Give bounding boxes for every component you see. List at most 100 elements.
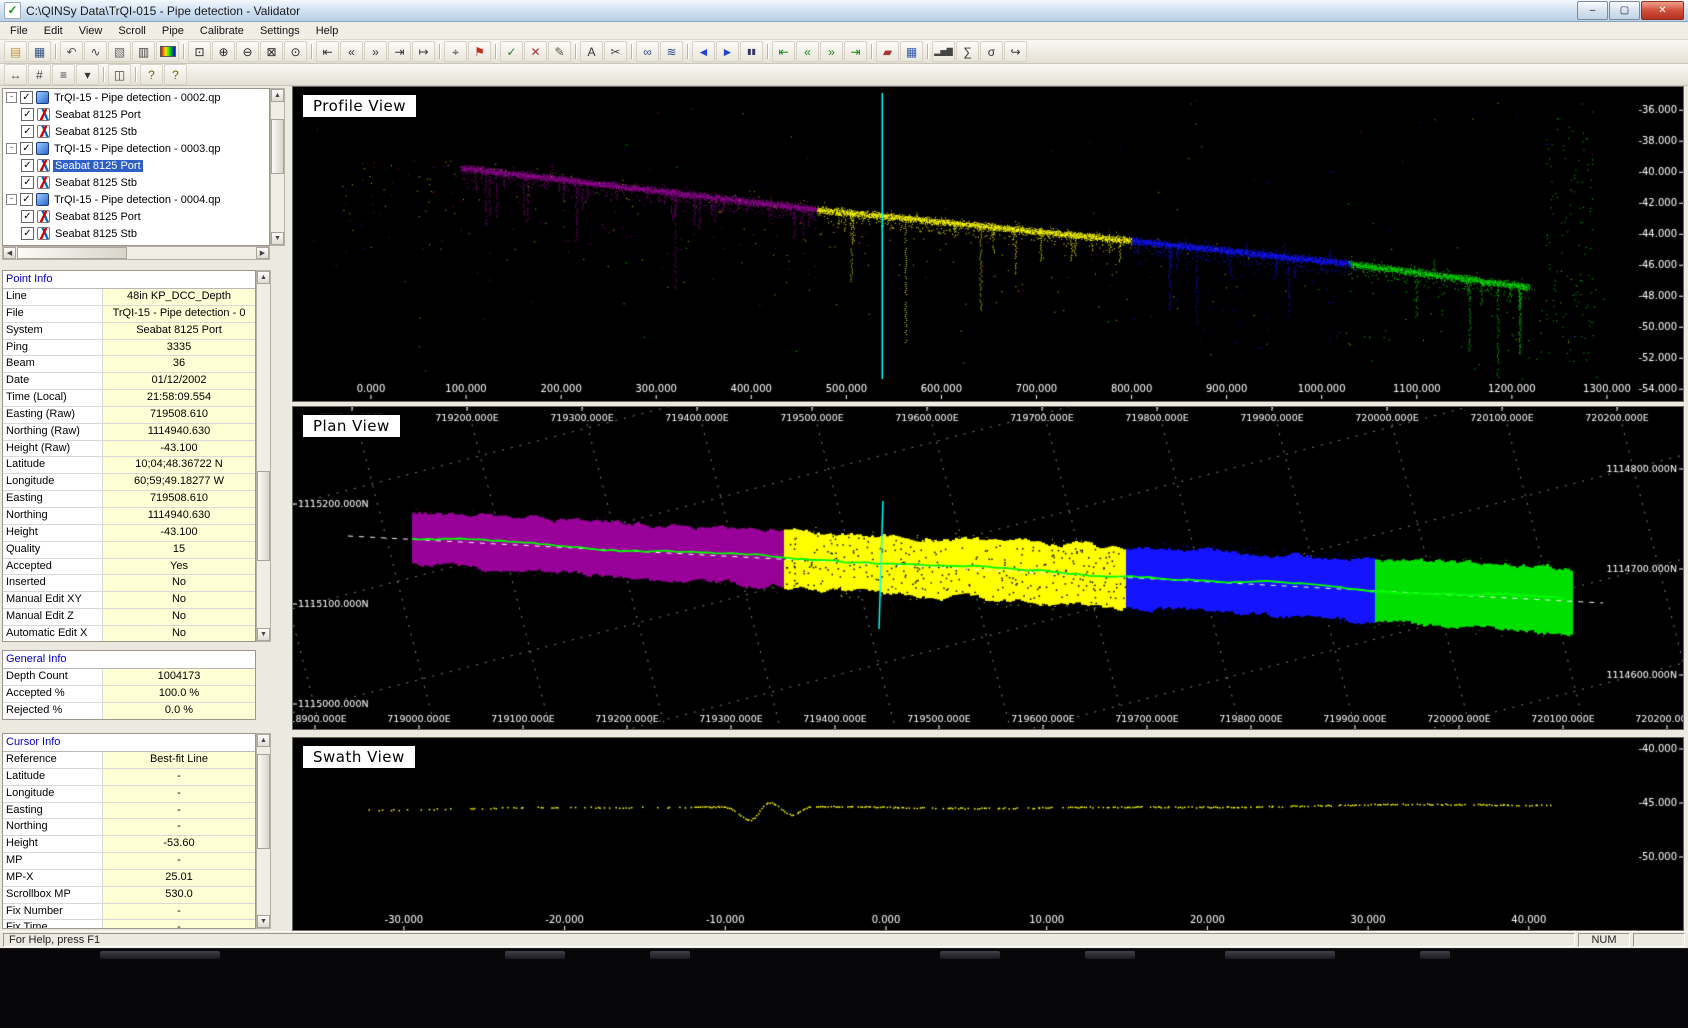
prev-ping-button[interactable]: « [796,41,819,62]
insert-point-button[interactable]: ✎ [548,41,571,62]
menu-file[interactable]: File [2,23,36,39]
menu-view[interactable]: View [71,23,111,39]
cursor-info-scrollbar[interactable]: ▲▼ [256,733,271,929]
tree-row[interactable]: -✓TrQI-15 - Pipe detection - 0003.qp [3,140,269,157]
scroll-left-button[interactable]: ◀ [3,247,16,259]
tree-checkbox[interactable]: ✓ [20,193,33,206]
tree-row[interactable]: ✓ Seabat 8125 Stb [3,174,269,191]
sync-views-button[interactable]: ◫ [108,64,131,85]
tree-item-label[interactable]: Seabat 8125 Stb [53,228,139,240]
zoom-previous-button[interactable]: ⊙ [284,41,307,62]
zoom-window-button[interactable]: ⊡ [188,41,211,62]
tree-row[interactable]: -✓ TrQI-15 - Pipe detection - 0002.qp [3,89,269,106]
tree-horizontal-scrollbar[interactable]: ◀▶ [2,246,270,260]
pause-button[interactable]: ▮▮ [740,41,763,62]
tree-checkbox[interactable]: ✓ [21,210,34,223]
fast-rewind-button[interactable]: « [340,41,363,62]
menu-scroll[interactable]: Scroll [110,23,154,39]
export-button[interactable]: ↪ [1004,41,1027,62]
tree-row[interactable]: ✓ Seabat 8125 Port [3,157,269,174]
tree-checkbox[interactable]: ✓ [20,142,33,155]
taskbar-button[interactable] [940,951,1000,959]
menu-calibrate[interactable]: Calibrate [192,23,252,39]
help-button[interactable]: ? [140,64,163,85]
tree-checkbox[interactable]: ✓ [21,108,34,121]
goto-profile-button[interactable]: ↦ [412,41,435,62]
profile-canvas[interactable] [293,87,1683,401]
taskbar-button[interactable] [650,951,690,959]
smooth-profile-button[interactable]: ∿ [84,41,107,62]
file-tree[interactable]: -✓TrQI-15 - Pipe detection - 0002.qp✓Sea… [2,88,270,246]
tree-item-label[interactable]: Seabat 8125 Port [53,211,143,223]
scroll-up-button[interactable]: ▲ [257,734,270,747]
display-mode-dropdown[interactable]: ▾ [76,64,99,85]
tree-checkbox[interactable]: ✓ [21,176,34,189]
next-ping-button[interactable]: » [820,41,843,62]
accept-points-button[interactable]: ✓ [500,41,523,62]
last-profile-button[interactable]: ⇥ [388,41,411,62]
tree-row[interactable]: -✓TrQI-15 - Pipe detection - 0004.qp [3,191,269,208]
tree-checkbox[interactable]: ✓ [21,159,34,172]
tree-expand-icon[interactable]: - [6,143,17,154]
last-ping-button[interactable]: ⇥ [844,41,867,62]
tree-item-label[interactable]: Seabat 8125 Stb [53,177,139,189]
tree-vertical-scrollbar[interactable]: ▲▼ [270,88,285,246]
layers-button[interactable]: ≡ [52,64,75,85]
histogram-button[interactable]: ▂▅▇ [932,41,955,62]
save-button[interactable]: ▦ [28,41,51,62]
undo-button[interactable]: ↶ [60,41,83,62]
tree-row[interactable]: ✓ Seabat 8125 Port [3,208,269,225]
maximize-button[interactable]: ▢ [1609,1,1640,20]
point-info-scrollbar[interactable]: ▲▼ [256,270,271,642]
scroll-thumb[interactable] [17,247,127,259]
matrix-view-button[interactable]: ▦ [900,41,923,62]
scroll-thumb[interactable] [271,119,284,174]
tree-item-label[interactable]: TrQI-15 - Pipe detection - 0004.qp [52,194,223,206]
beam-bars-button[interactable]: ▥ [132,41,155,62]
scroll-right-button[interactable]: ▶ [256,247,269,259]
tree-row[interactable]: ✓Seabat 8125 Port [3,106,269,123]
tree-checkbox[interactable]: ✓ [20,91,33,104]
play-forward-button[interactable]: ► [716,41,739,62]
text-annotate-button[interactable]: A [580,41,603,62]
pick-tool-button[interactable]: ⌖ [444,41,467,62]
tree-checkbox[interactable]: ✓ [21,125,34,138]
swath-canvas[interactable] [293,738,1683,930]
first-profile-button[interactable]: ⇤ [316,41,339,62]
profile-chart-button[interactable]: ▰ [876,41,899,62]
sigma-stats-button[interactable]: σ [980,41,1003,62]
spline-fit-button[interactable]: ≋ [660,41,683,62]
tree-item-label[interactable]: TrQI-15 - Pipe detection - 0002.qp [52,92,223,104]
play-reverse-button[interactable]: ◄ [692,41,715,62]
taskbar-button[interactable] [1420,951,1450,959]
tree-checkbox[interactable]: ✓ [21,227,34,240]
minimize-button[interactable]: – [1577,1,1608,20]
tree-expand-icon[interactable]: - [6,92,17,103]
zoom-in-button[interactable]: ⊕ [212,41,235,62]
block-edit-button[interactable]: ▧ [108,41,131,62]
scroll-down-button[interactable]: ▼ [257,628,270,641]
tree-row[interactable]: ✓ Seabat 8125 Stb [3,225,269,242]
tree-item-label[interactable]: Seabat 8125 Port [53,160,143,172]
zoom-out-button[interactable]: ⊖ [236,41,259,62]
scroll-down-button[interactable]: ▼ [271,232,284,245]
color-scale-button[interactable] [156,41,179,62]
first-ping-button[interactable]: ⇤ [772,41,795,62]
scroll-thumb[interactable] [257,754,270,849]
scroll-up-button[interactable]: ▲ [257,271,270,284]
tree-row[interactable]: ✓ Seabat 8125 Stb [3,123,269,140]
pan-tool-button[interactable]: ↔ [4,64,27,85]
context-help-button[interactable]: ? [164,64,187,85]
taskbar-button[interactable] [100,951,220,959]
flag-marker-button[interactable]: ⚑ [468,41,491,62]
taskbar-button[interactable] [1085,951,1135,959]
close-button[interactable]: ✕ [1641,1,1684,20]
link-profiles-button[interactable]: ∞ [636,41,659,62]
open-button[interactable]: ▤ [4,41,27,62]
tree-item-label[interactable]: Seabat 8125 Stb [53,126,139,138]
sum-stats-button[interactable]: ∑ [956,41,979,62]
menu-pipe[interactable]: Pipe [154,23,192,39]
menu-edit[interactable]: Edit [36,23,71,39]
zoom-extents-button[interactable]: ⊠ [260,41,283,62]
reject-points-button[interactable]: ✕ [524,41,547,62]
